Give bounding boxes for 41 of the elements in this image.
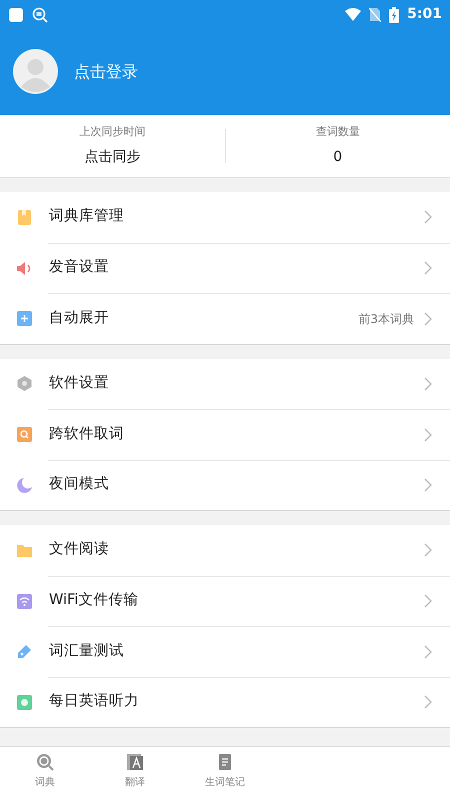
- menu-item[interactable]: 每日英语听力: [48, 676, 450, 727]
- menu-item[interactable]: 发音设置: [48, 242, 450, 293]
- record-icon: [16, 694, 33, 711]
- chevron-icon: [424, 312, 432, 326]
- bookmark-icon: [16, 208, 33, 226]
- tab[interactable]: 生词笔记: [180, 747, 270, 800]
- tab[interactable]: 翻译: [90, 747, 180, 800]
- chevron-icon: [424, 261, 432, 276]
- menu-value: 前3本词典: [358, 310, 414, 328]
- chevron-icon: [424, 695, 432, 710]
- settings-icon: [16, 375, 33, 392]
- chevron-icon: [424, 210, 432, 224]
- search-icon: [16, 426, 33, 444]
- menu-item[interactable]: 夜间模式: [48, 460, 450, 510]
- stat-label: 查词数量: [314, 124, 361, 140]
- chevron-icon: [424, 478, 432, 492]
- chevron-icon: [424, 376, 432, 391]
- chevron-icon: [424, 594, 432, 608]
- menu-item[interactable]: 文件阅读: [0, 525, 450, 576]
- chevron-icon: [424, 543, 432, 558]
- stat-label: 上次同步时间: [78, 124, 146, 140]
- menu-item[interactable]: 词典库管理: [0, 192, 450, 242]
- avatar-icon[interactable]: [13, 49, 58, 94]
- chevron-icon: [424, 428, 432, 442]
- stat-value: 0: [333, 148, 342, 167]
- search-icon: [36, 753, 54, 771]
- menu-item[interactable]: 自动展开 前3本词典: [48, 293, 450, 344]
- translate-icon: [126, 753, 144, 771]
- wifi-icon: [16, 592, 33, 610]
- tab[interactable]: 词典: [0, 747, 90, 800]
- moon-icon: [16, 476, 33, 494]
- plus-icon: [16, 310, 33, 328]
- note-icon: [216, 753, 234, 771]
- menu-item[interactable]: 跨软件取词: [48, 409, 450, 460]
- menu-item[interactable]: 词汇量测试: [48, 626, 450, 676]
- menu-item[interactable]: WiFi文件传输: [48, 576, 450, 626]
- speaker-icon: [16, 260, 33, 277]
- chevron-icon: [424, 644, 432, 659]
- menu-item[interactable]: 软件设置: [0, 358, 450, 409]
- stat-value[interactable]: 点击同步: [84, 146, 140, 168]
- status-time: 5:01: [407, 4, 442, 24]
